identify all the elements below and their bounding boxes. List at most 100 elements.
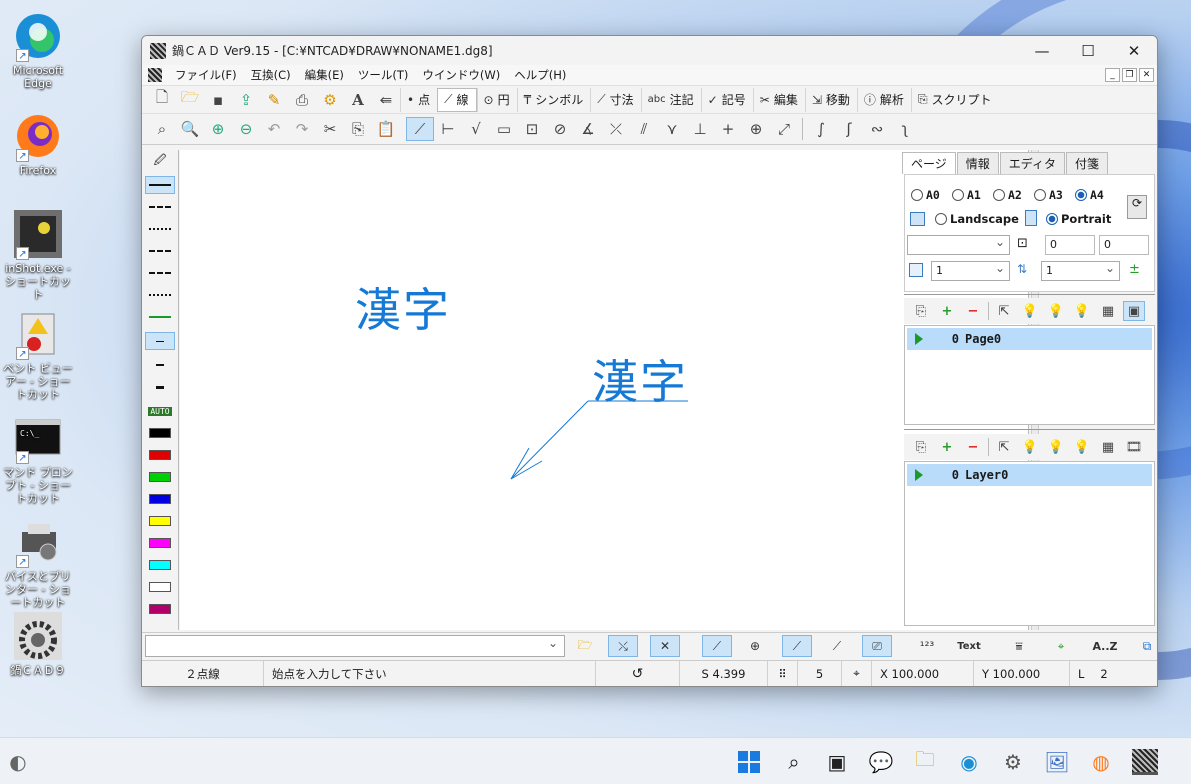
mdi-restore-button[interactable]: ❐ <box>1122 68 1137 82</box>
rect-center-tool-icon[interactable]: ⊡ <box>518 117 546 141</box>
start-icon[interactable] <box>736 749 762 775</box>
linetype-fine-dotted[interactable] <box>145 286 175 304</box>
linetype-dashdot[interactable] <box>145 242 175 260</box>
orientation-portrait[interactable]: Portrait <box>1046 212 1111 226</box>
curve4-tool-icon[interactable]: ʅ <box>891 117 919 141</box>
page-show-icon[interactable]: 💡 <box>1019 301 1041 321</box>
rect-tool-icon[interactable]: ▭ <box>490 117 518 141</box>
color-yellow[interactable] <box>145 512 175 530</box>
layer-show-icon[interactable]: 💡 <box>1019 437 1041 457</box>
bisect-tool-icon[interactable]: ⋎ <box>658 117 686 141</box>
save-icon[interactable]: ▪ <box>204 88 232 112</box>
numbering-icon[interactable]: ¹²³ <box>912 635 942 657</box>
weather-icon[interactable]: ◐ <box>5 749 31 775</box>
mode-move[interactable]: ⇲ 移動 <box>804 87 857 112</box>
snap-nearest-icon[interactable]: ⟋ <box>822 635 852 657</box>
linetype-green[interactable] <box>145 308 175 326</box>
linewidth-thin[interactable] <box>145 332 175 350</box>
leader-line[interactable] <box>180 150 1029 630</box>
snap-endpoint-icon[interactable]: ⤯ <box>608 635 638 657</box>
align-icon[interactable]: ⩸ <box>1004 635 1034 657</box>
paste-icon[interactable]: 📋 <box>372 117 400 141</box>
redo-icon[interactable]: ↷ <box>288 117 316 141</box>
arrow-left-icon[interactable]: ⇚ <box>372 88 400 112</box>
export-icon[interactable]: ⇪ <box>232 88 260 112</box>
layer-list-divider[interactable] <box>904 429 1155 433</box>
mode-edit[interactable]: ✂ 編集 <box>752 87 805 112</box>
color-white[interactable] <box>145 578 175 596</box>
hline-tool-icon[interactable]: ⊢ <box>434 117 462 141</box>
polyline-tool-icon[interactable]: √ <box>462 117 490 141</box>
list-item[interactable]: 0 Layer0 <box>907 464 1152 486</box>
desktop-icon-devices[interactable]: ↗ バイスとプリンター - ショートカット <box>0 518 76 609</box>
minimize-button[interactable]: — <box>1019 36 1065 65</box>
desktop-icon-edge[interactable]: ↗ Microsoft Edge <box>0 12 76 90</box>
linetype-dashed[interactable] <box>145 198 175 216</box>
mode-circle[interactable]: ⊙ 円 <box>476 87 517 112</box>
add-scale-icon[interactable]: ± <box>1129 262 1140 277</box>
scale-select-1[interactable]: 1 <box>931 259 1010 281</box>
target-icon[interactable]: ⌖ <box>842 661 872 686</box>
page-select-icon[interactable]: ⇱ <box>993 301 1015 321</box>
mode-dimension[interactable]: ⟋ 寸法 <box>590 87 640 112</box>
layer-add-icon[interactable]: + <box>936 437 958 457</box>
page-hide-icon[interactable]: 💡 <box>1071 301 1093 321</box>
desktop-icon-cmd[interactable]: C:\_ ↗ マンド プロンプト - ショートカット <box>0 414 76 505</box>
page-format-select[interactable] <box>907 233 1010 255</box>
firefox-taskbar-icon[interactable]: ◍ <box>1088 749 1114 775</box>
layer-showall-icon[interactable]: 💡 <box>1045 437 1067 457</box>
layer-copy-icon[interactable]: ⎘ <box>910 437 932 457</box>
crosshair-green-icon[interactable]: ⌖ <box>1046 635 1076 657</box>
eyedropper-icon[interactable]: 🖉 <box>145 152 175 170</box>
crosshair-tool-icon[interactable]: + <box>714 117 742 141</box>
layer-color-icon[interactable]: ▦ <box>1097 437 1119 457</box>
file-explorer-icon[interactable]: 🗀 <box>912 747 938 775</box>
import-icon[interactable]: ✎ <box>260 88 288 112</box>
new-file-icon[interactable]: 🗋 <box>148 88 176 112</box>
refresh-icon[interactable]: ↺ <box>596 661 680 686</box>
angle-tool-icon[interactable]: ∡ <box>574 117 602 141</box>
tab-info[interactable]: 情報 <box>956 152 999 174</box>
curve1-tool-icon[interactable]: ∫ <box>807 117 835 141</box>
parallel-tool-icon[interactable]: ⫽ <box>630 117 658 141</box>
color-auto[interactable]: AUTO <box>145 402 175 420</box>
mode-analysis[interactable]: ⓘ 解析 <box>856 87 911 112</box>
linewidth-medium[interactable] <box>145 356 175 374</box>
offset-y-field[interactable]: 0 <box>1099 235 1149 255</box>
mode-point[interactable]: • 点 <box>400 87 437 112</box>
layer-select-icon[interactable]: ⇱ <box>993 437 1015 457</box>
mode-line[interactable]: ⟋ 線 <box>437 87 477 112</box>
undo-icon[interactable]: ↶ <box>260 117 288 141</box>
tangent-tool-icon[interactable]: ⊘ <box>546 117 574 141</box>
tab-sticky[interactable]: 付箋 <box>1065 152 1108 174</box>
mdi-minimize-button[interactable]: _ <box>1105 68 1120 82</box>
page-remove-icon[interactable]: − <box>962 301 984 321</box>
paper-a0[interactable]: A0 <box>911 188 940 202</box>
grid-icon[interactable]: ⠿ <box>768 661 798 686</box>
search-icon[interactable]: ⌕ <box>781 749 807 775</box>
color-magenta[interactable] <box>145 534 175 552</box>
text-tool-button[interactable]: Text <box>954 635 984 657</box>
curve3-tool-icon[interactable]: ∾ <box>863 117 891 141</box>
layer-remove-icon[interactable]: − <box>962 437 984 457</box>
layer-hide-icon[interactable]: 💡 <box>1071 437 1093 457</box>
snap-lock-icon[interactable]: ⎚ <box>862 635 892 657</box>
maximize-button[interactable]: ☐ <box>1065 36 1111 65</box>
settings-icon[interactable]: ⚙ <box>316 88 344 112</box>
chat-icon[interactable]: 💬 <box>868 749 894 775</box>
zoom-fit-icon[interactable]: 🔍 <box>176 117 204 141</box>
page-color-icon[interactable]: ▦ <box>1097 301 1119 321</box>
tab-editor[interactable]: エディタ <box>999 152 1065 174</box>
mode-script[interactable]: ⎘ スクリプト <box>910 87 999 112</box>
task-view-icon[interactable]: ▣ <box>824 749 850 775</box>
target-tool-icon[interactable]: ⊕ <box>742 117 770 141</box>
color-green[interactable] <box>145 468 175 486</box>
color-purple[interactable] <box>145 600 175 618</box>
paper-a4[interactable]: A4 <box>1075 188 1104 202</box>
menu-window[interactable]: ウインドウ(W) <box>415 67 507 83</box>
tab-page[interactable]: ページ <box>902 152 956 174</box>
page-showall-icon[interactable]: 💡 <box>1045 301 1067 321</box>
command-input[interactable] <box>145 635 565 657</box>
open-folder-icon[interactable]: 🗁 <box>176 88 204 112</box>
perpendicular-tool-icon[interactable]: ⊥ <box>686 117 714 141</box>
